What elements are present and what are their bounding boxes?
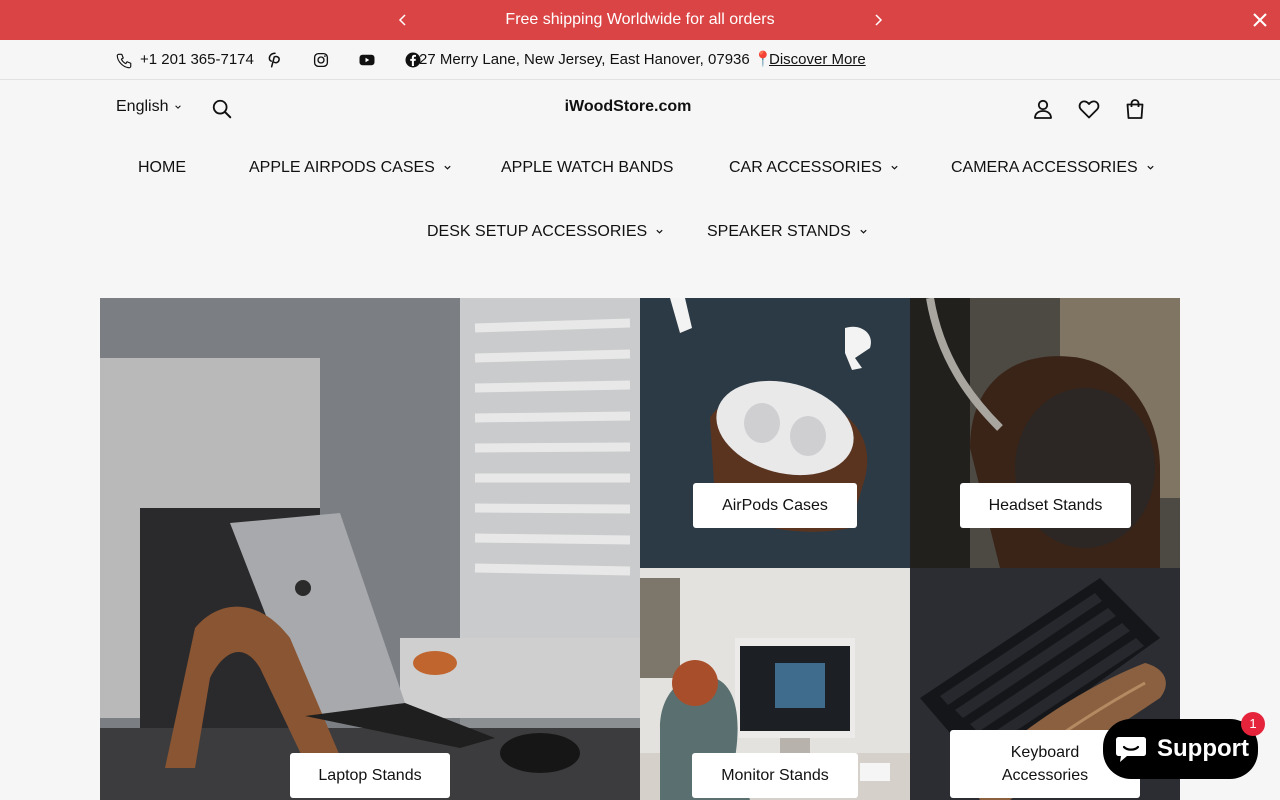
laptop-stand-photo — [100, 298, 640, 800]
phone-number[interactable]: +1 201 365-7174 — [140, 40, 254, 79]
discover-more-link[interactable]: Discover More — [769, 40, 866, 79]
collection-tile-monitor-stands[interactable]: Monitor Stands — [640, 568, 910, 800]
nav-apple-airpods-cases[interactable]: APPLE AIRPODS CASES — [249, 159, 452, 177]
store-address: 27 Merry Lane, New Jersey, East Hanover,… — [419, 51, 773, 68]
collection-tile-laptop-stands[interactable]: Laptop Stands — [100, 298, 640, 800]
laptop-stands-button[interactable]: Laptop Stands — [290, 753, 450, 798]
youtube-icon[interactable] — [358, 51, 376, 69]
info-bar: +1 201 365-7174 27 Merry Lane, New Jerse… — [0, 40, 1280, 80]
nav-car-accessories[interactable]: CAR ACCESSORIES — [729, 159, 899, 177]
collection-tile-airpods-cases[interactable]: AirPods Cases — [640, 298, 910, 568]
notification-badge: 1 — [1241, 712, 1265, 736]
chevron-down-icon — [1147, 166, 1154, 170]
pinterest-icon[interactable] — [266, 51, 284, 69]
chevron-down-icon — [444, 166, 451, 170]
nav-home[interactable]: HOME — [138, 159, 186, 177]
chevron-down-icon — [891, 166, 898, 170]
close-icon[interactable] — [1250, 10, 1270, 30]
nav-desk-setup-accessories[interactable]: DESK SETUP ACCESSORIES — [427, 223, 664, 241]
chevron-down-icon — [656, 230, 663, 234]
nav-speaker-stands[interactable]: SPEAKER STANDS — [707, 223, 868, 241]
instagram-icon[interactable] — [312, 51, 330, 69]
support-label: Support — [1157, 735, 1249, 762]
phone-icon — [116, 53, 132, 69]
chevron-right-icon[interactable] — [870, 12, 886, 28]
nav-car-label: CAR ACCESSORIES — [729, 159, 882, 176]
nav-home-label: HOME — [138, 159, 186, 176]
nav-apple-watch-bands[interactable]: APPLE WATCH BANDS — [501, 159, 673, 177]
nav-desk-label: DESK SETUP ACCESSORIES — [427, 223, 648, 240]
nav-speaker-label: SPEAKER STANDS — [707, 223, 851, 240]
airpods-cases-button[interactable]: AirPods Cases — [693, 483, 857, 528]
wishlist-icon[interactable] — [1077, 97, 1101, 121]
monitor-stands-button[interactable]: Monitor Stands — [692, 753, 858, 798]
headset-stands-button[interactable]: Headset Stands — [960, 483, 1131, 528]
support-chat-button[interactable]: Support — [1103, 719, 1258, 779]
announcement-bar: Free shipping Worldwide for all orders — [0, 0, 1280, 40]
announcement-text: Free shipping Worldwide for all orders — [505, 11, 775, 28]
nav-airpods-label: APPLE AIRPODS CASES — [249, 159, 435, 176]
account-icon[interactable] — [1031, 97, 1055, 121]
chevron-down-icon — [860, 230, 867, 234]
nav-camera-label: CAMERA ACCESSORIES — [951, 159, 1138, 176]
chat-bubble-icon — [1116, 737, 1146, 762]
site-logo[interactable]: iWoodStore.com — [0, 98, 1256, 116]
cart-icon[interactable] — [1123, 97, 1147, 121]
nav-camera-accessories[interactable]: CAMERA ACCESSORIES — [951, 159, 1155, 177]
collection-tile-headset-stands[interactable]: Headset Stands — [910, 298, 1180, 568]
nav-watch-label: APPLE WATCH BANDS — [501, 159, 674, 176]
